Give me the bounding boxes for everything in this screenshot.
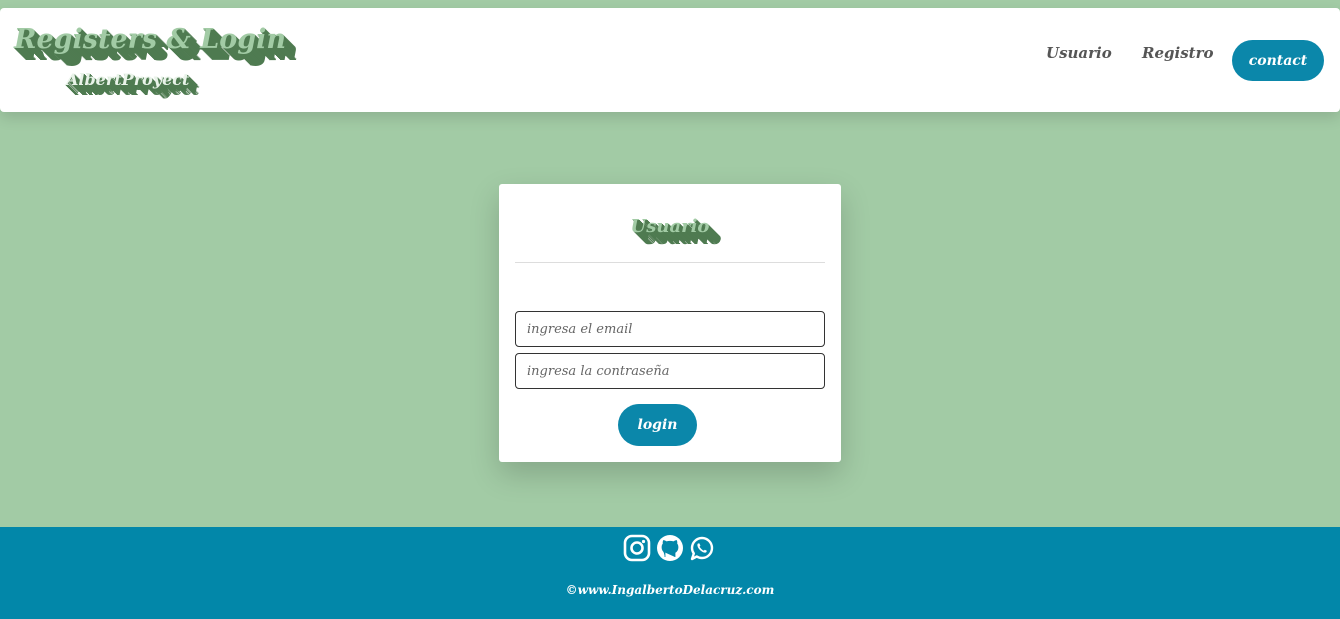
nav-registro-link[interactable]: Registro (1142, 44, 1213, 62)
site-logo[interactable]: Registers & Login AlbertProyect (14, 22, 286, 116)
whatsapp-icon[interactable] (687, 533, 717, 563)
instagram-icon[interactable] (622, 533, 652, 563)
login-card-title: Usuario (630, 216, 710, 237)
site-header: Registers & Login AlbertProyect Usuario … (0, 8, 1340, 112)
logo-subtitle: AlbertProyect (66, 70, 190, 89)
card-divider (515, 262, 825, 263)
logo-title: Registers & Login (14, 24, 286, 55)
email-input[interactable] (515, 311, 825, 347)
password-input[interactable] (515, 353, 825, 389)
login-card: Usuario login (499, 184, 841, 462)
nav-usuario-link[interactable]: Usuario (1046, 44, 1112, 62)
login-button[interactable]: login (618, 404, 697, 446)
site-footer: ©www.IngalbertoDelacruz.com (0, 527, 1340, 619)
footer-copyright: ©www.IngalbertoDelacruz.com (565, 583, 775, 597)
github-icon[interactable] (655, 533, 685, 563)
contact-button[interactable]: contact (1232, 40, 1324, 81)
